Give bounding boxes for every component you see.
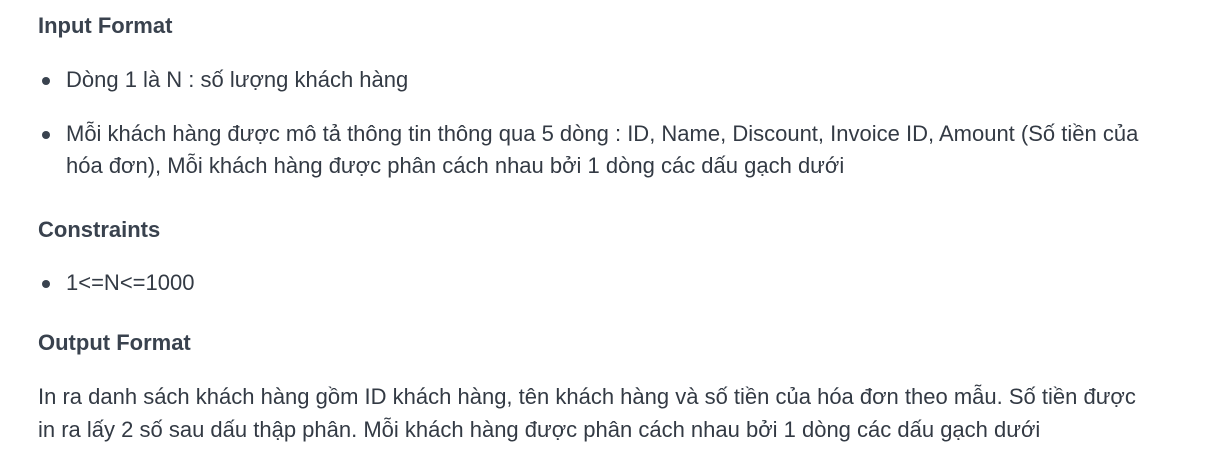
input-format-list: Dòng 1 là N : số lượng khách hàng Mỗi kh… xyxy=(38,64,1158,182)
list-item-text: Mỗi khách hàng được mô tả thông tin thôn… xyxy=(66,121,1139,178)
list-item-text: Dòng 1 là N : số lượng khách hàng xyxy=(66,67,409,92)
output-format-text: In ra danh sách khách hàng gồm ID khách … xyxy=(38,384,1136,442)
input-format-heading: Input Format xyxy=(38,13,173,38)
list-item: Dòng 1 là N : số lượng khách hàng xyxy=(38,64,1158,96)
list-item: Mỗi khách hàng được mô tả thông tin thôn… xyxy=(38,118,1158,182)
list-item-text: 1<=N<=1000 xyxy=(66,270,195,295)
constraints-list: 1<=N<=1000 xyxy=(38,267,194,299)
bullet-icon xyxy=(42,77,50,85)
output-format-heading: Output Format xyxy=(38,330,191,355)
bullet-icon xyxy=(42,280,50,288)
list-item: 1<=N<=1000 xyxy=(38,267,194,299)
constraints-heading: Constraints xyxy=(38,217,161,242)
bullet-icon xyxy=(42,131,50,139)
